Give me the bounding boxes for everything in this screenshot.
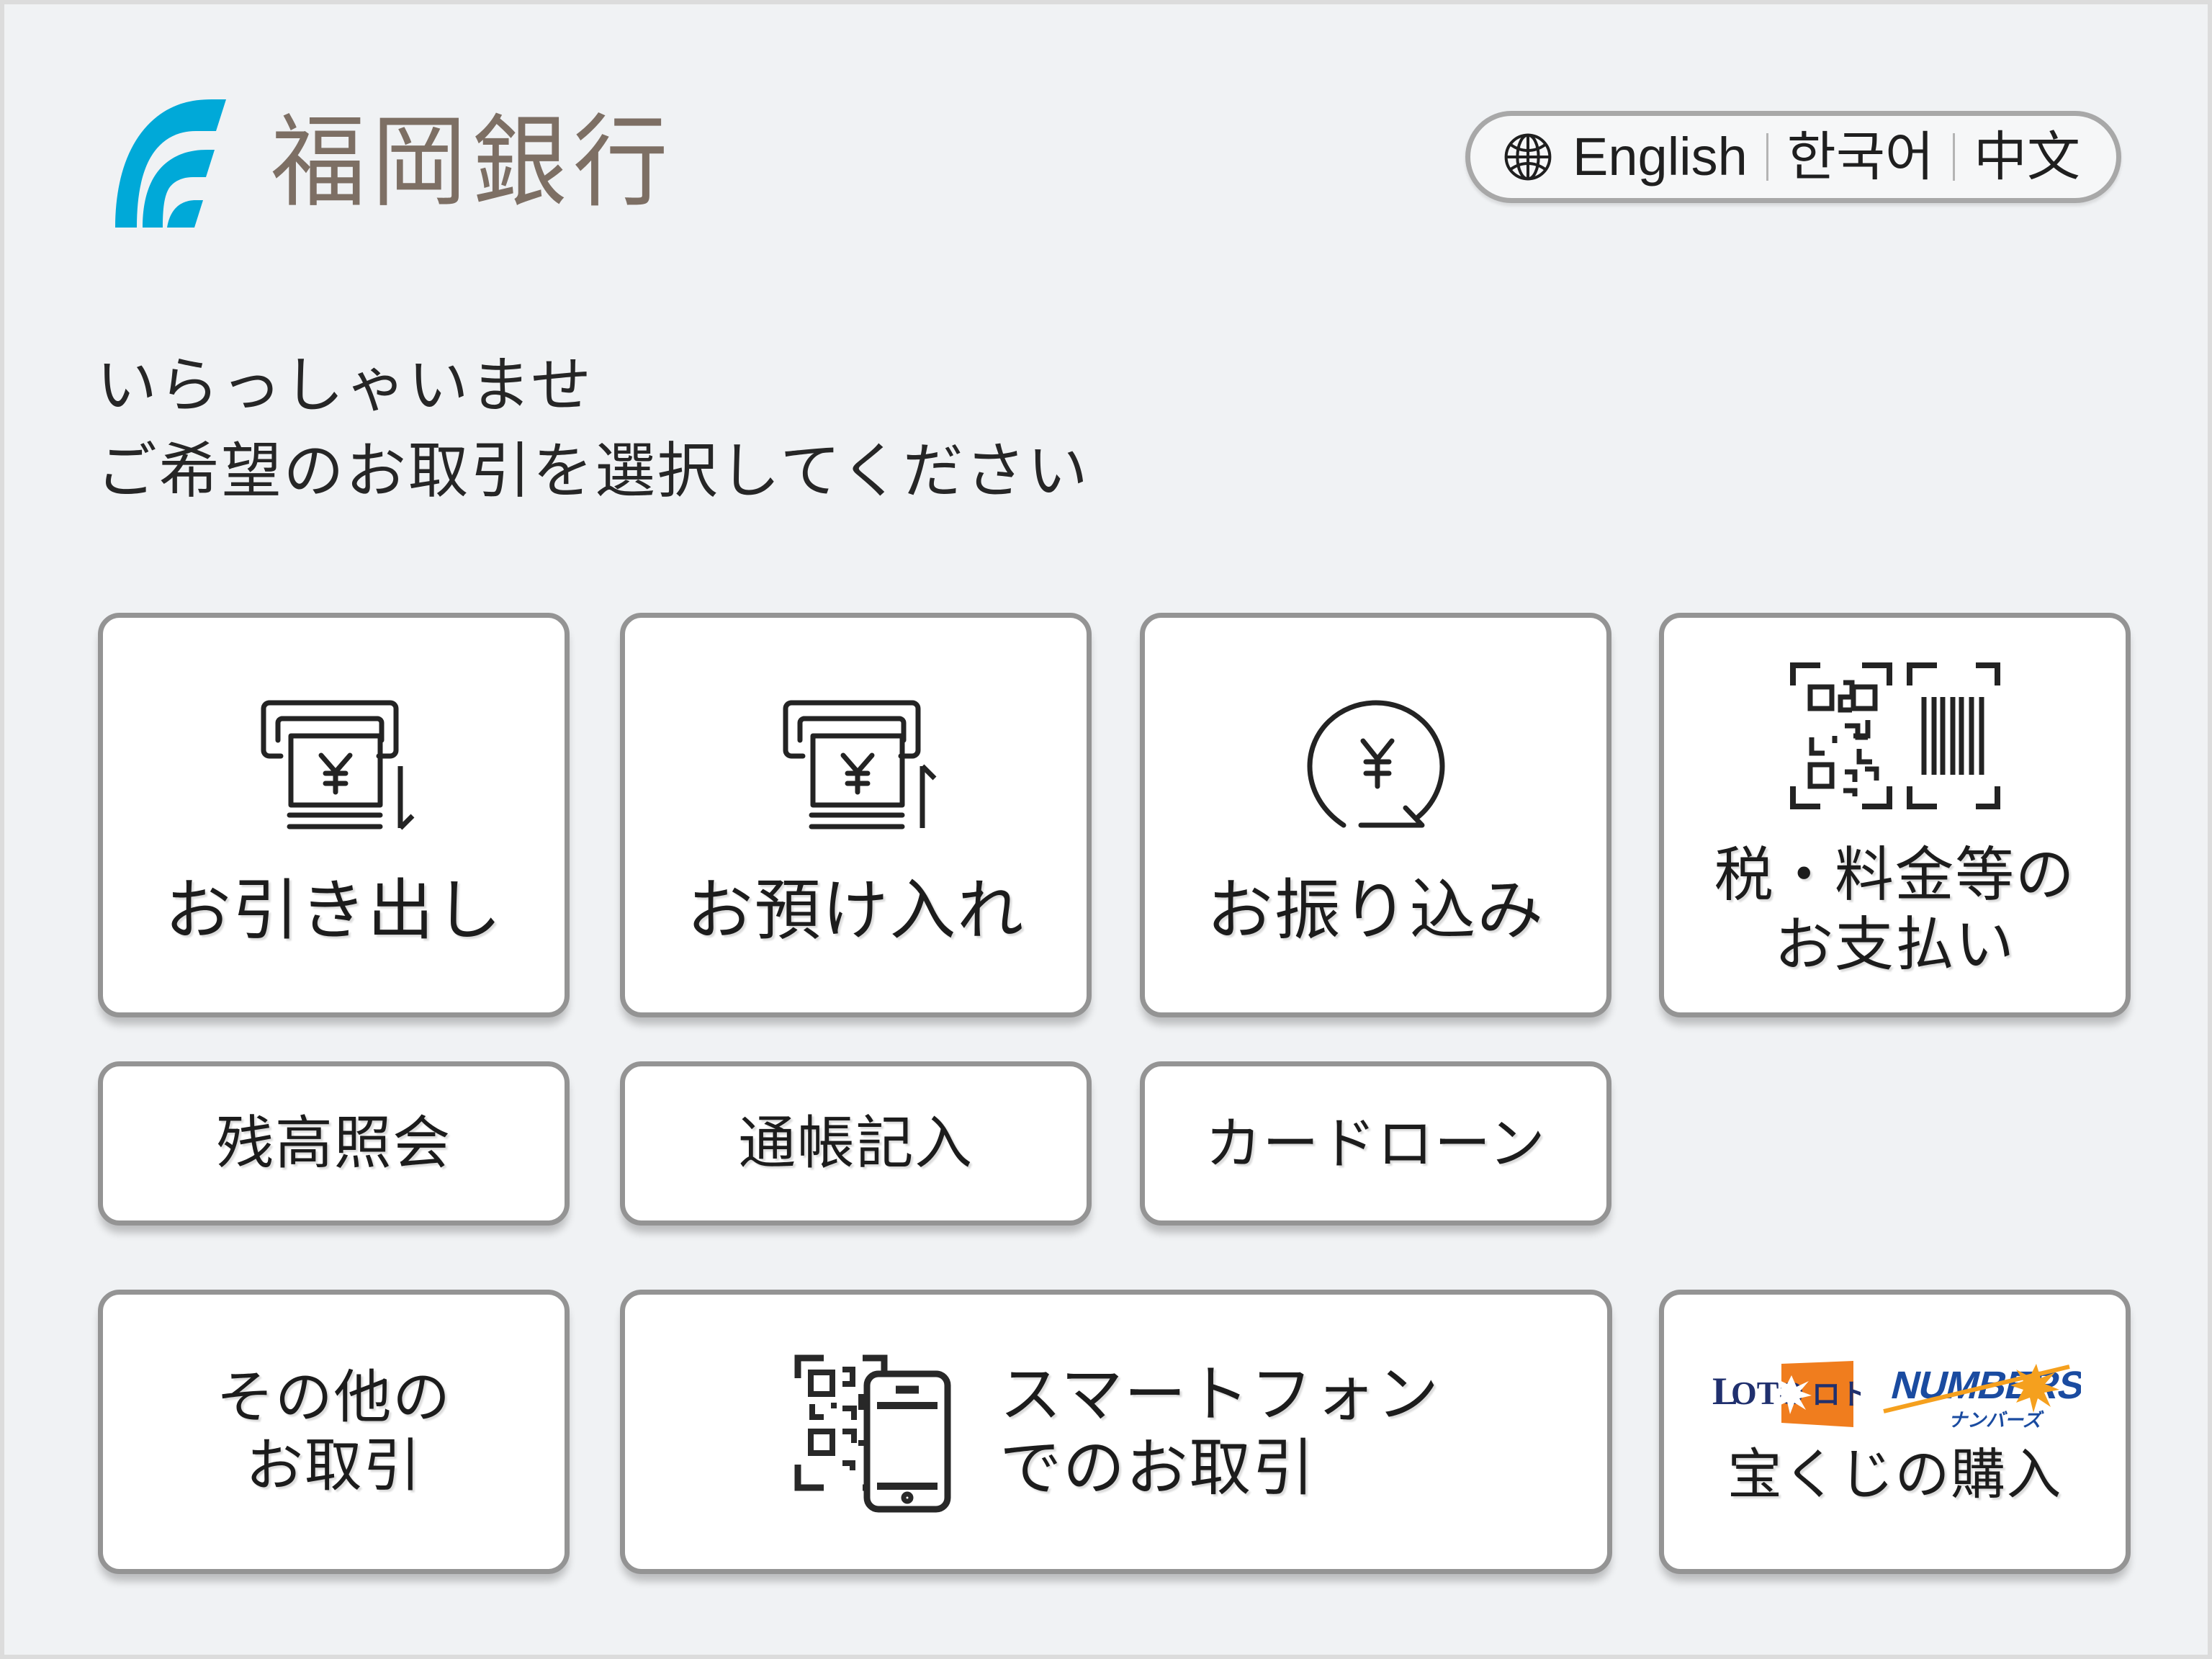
menu-button-label: カードローン [1205, 1111, 1547, 1175]
language-selector[interactable]: English 한국어 中文 [1465, 111, 2121, 203]
lang-option-chinese[interactable]: 中文 [1974, 130, 2080, 184]
menu-button-deposit[interactable]: お預け入れ [620, 613, 1092, 1017]
atm-cash-out-icon [236, 680, 432, 853]
greeting-line-2: ご希望のお取引を選択してください [96, 437, 1090, 505]
svg-text:ロト: ロト [1812, 1379, 1861, 1411]
menu-button-label: お振り込み [1206, 873, 1545, 948]
menu-button-label: スマートフォン でのお取引 [999, 1360, 1440, 1503]
menu-button-balance-inquiry[interactable]: 残高照会 [98, 1061, 570, 1226]
fukuoka-bank-logo-icon [115, 99, 226, 228]
menu-button-tax-payment[interactable]: 税・料金等の お支払い [1659, 613, 2131, 1017]
menu-button-passbook-entry[interactable]: 通帳記入 [620, 1061, 1092, 1226]
lottery-logos: L OTO ロト NUMBERS ナンバーズ [1709, 1357, 2081, 1431]
menu-button-label: その他の お取引 [216, 1365, 451, 1498]
menu-button-label: 通帳記入 [738, 1110, 974, 1175]
menu-button-label: お引き出し [164, 873, 503, 948]
greeting: いらっしゃいませ ご希望のお取引を選択してください [96, 343, 1089, 515]
greeting-line-1: いらっしゃいませ [96, 351, 593, 419]
menu-button-card-loan[interactable]: カードローン [1140, 1061, 1611, 1226]
header: 福岡銀行 English 한국어 中文 [4, 4, 2208, 264]
atm-screen: 福岡銀行 English 한국어 中文 いらっしゃいませ ご希望のお取引を選択し… [0, 0, 2212, 1659]
menu-button-label: 宝くじの購入 [1727, 1444, 2063, 1506]
lang-option-english[interactable]: English [1573, 130, 1748, 184]
brand: 福岡銀行 [98, 98, 674, 228]
lang-divider-1 [1766, 133, 1768, 181]
lang-option-korean[interactable]: 한국어 [1787, 130, 1934, 184]
qr-smartphone-icon [792, 1351, 958, 1513]
bank-name: 福岡銀行 [271, 106, 674, 219]
menu-button-smartphone-transaction[interactable]: スマートフォン でのお取引 [620, 1290, 1612, 1574]
menu-button-lottery-purchase[interactable]: L OTO ロト NUMBERS ナンバーズ 宝くじの購入 [1659, 1290, 2131, 1574]
menu-button-other-transactions[interactable]: その他の お取引 [98, 1290, 570, 1574]
numbers-logo: NUMBERS ナンバーズ [1882, 1362, 2081, 1431]
qr-barcode-scan-icon [1787, 649, 2003, 822]
menu-button-withdraw[interactable]: お引き出し [98, 613, 570, 1017]
loto-logo: L OTO ロト [1712, 1360, 1861, 1427]
menu-button-label: 税・料金等の お支払い [1714, 842, 2076, 978]
menu-button-transfer[interactable]: お振り込み [1140, 613, 1611, 1017]
globe-icon [1504, 133, 1552, 181]
yen-transfer-icon [1288, 680, 1464, 853]
atm-cash-in-icon [758, 680, 954, 853]
svg-text:ナンバーズ: ナンバーズ [1948, 1409, 2044, 1431]
menu-button-label: お預け入れ [686, 873, 1025, 948]
menu-button-label: 残高照会 [216, 1110, 451, 1175]
lang-divider-2 [1953, 133, 1955, 181]
